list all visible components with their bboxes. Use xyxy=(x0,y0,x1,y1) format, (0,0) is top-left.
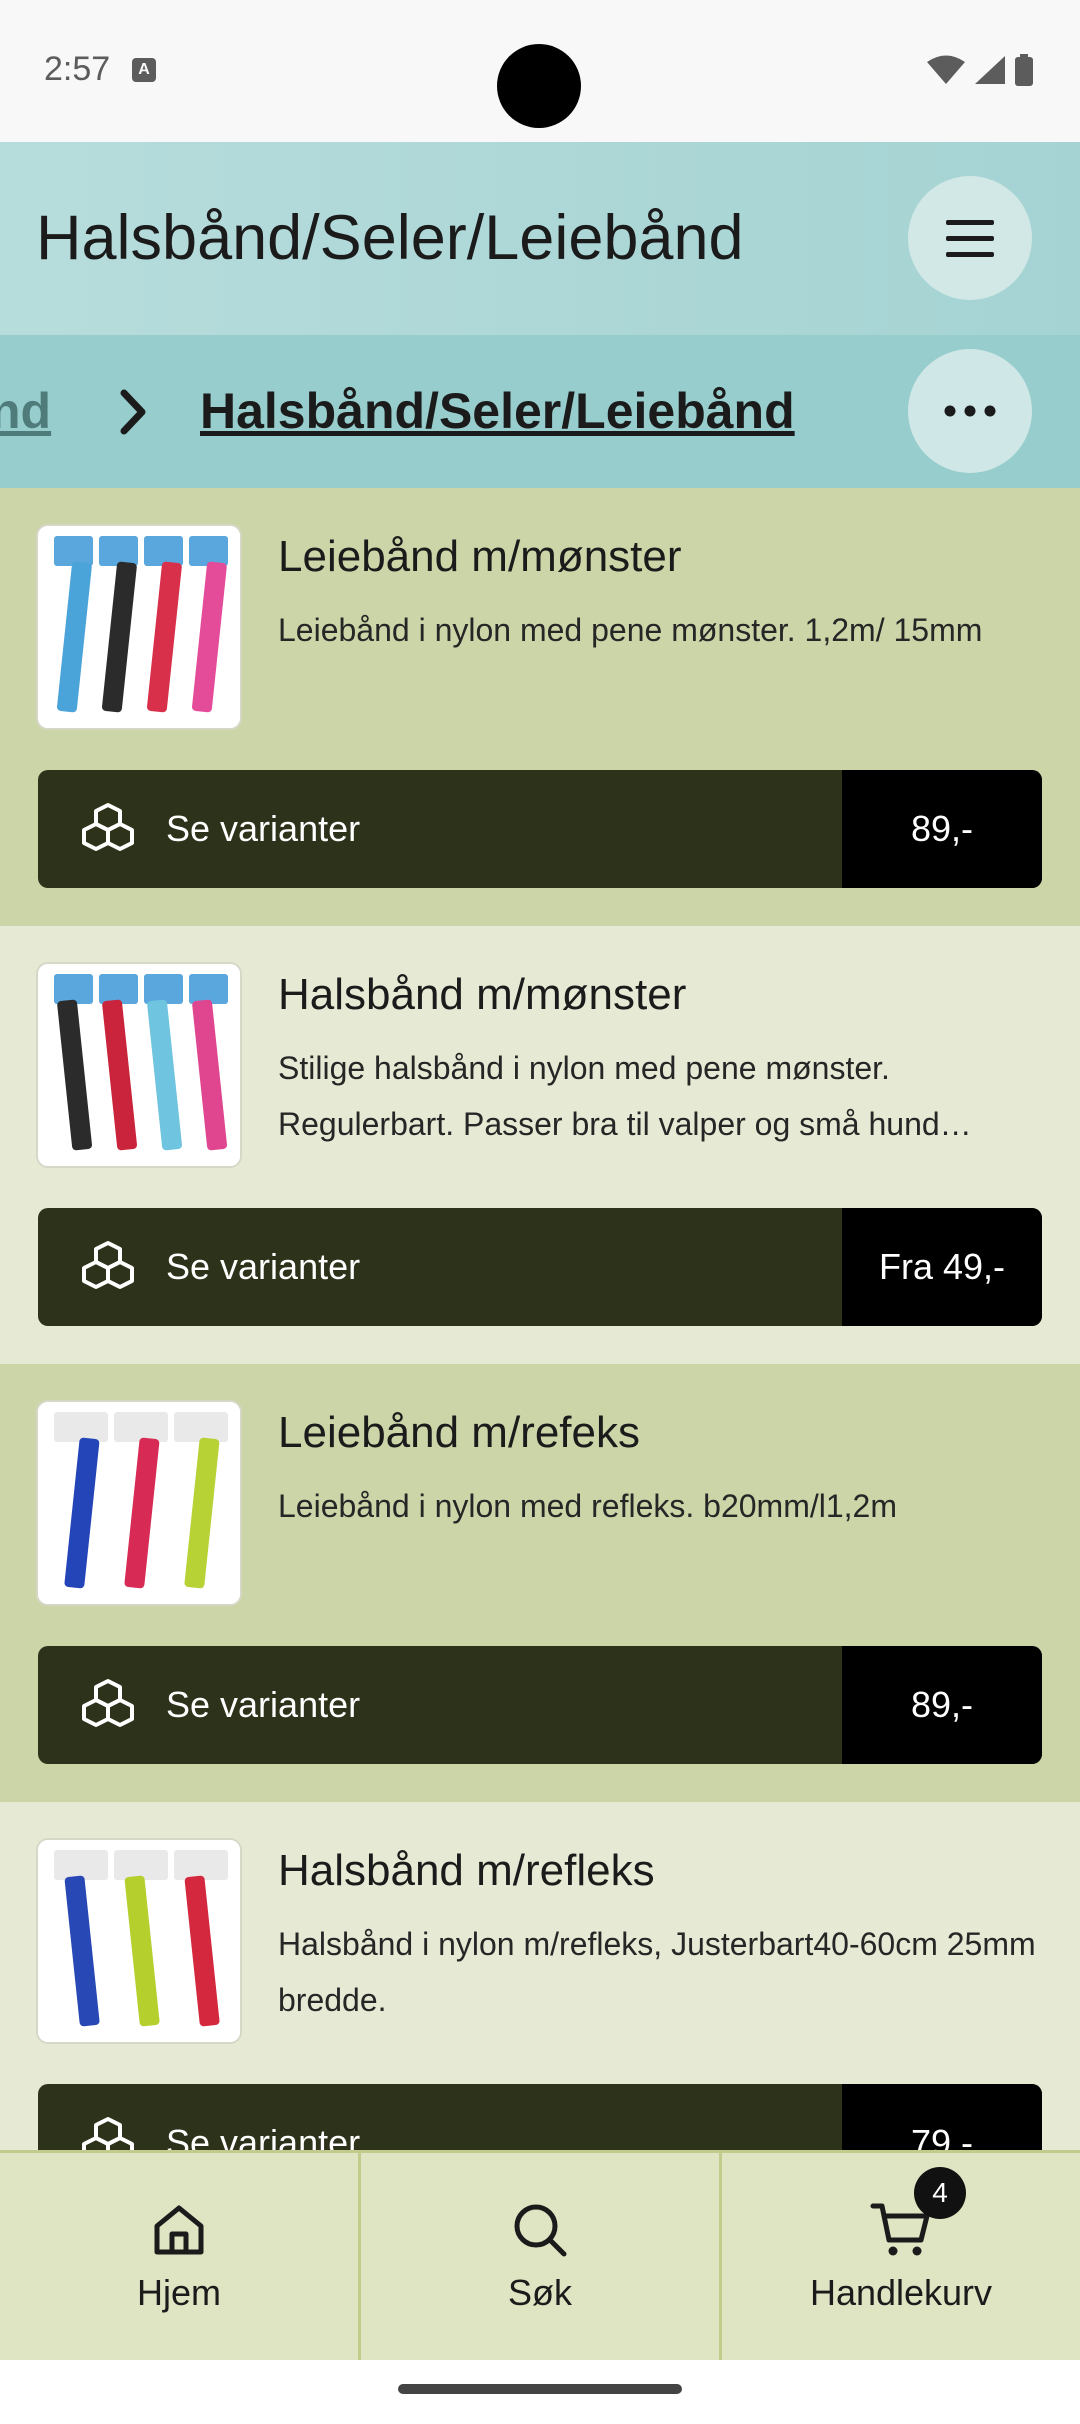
package-header-card xyxy=(189,974,228,1004)
nav-cart[interactable]: 4 Handlekurv xyxy=(719,2153,1080,2360)
battery-icon xyxy=(1015,54,1033,86)
package-header-card xyxy=(99,536,138,566)
package-header-card xyxy=(54,974,93,1004)
search-icon xyxy=(514,2204,567,2256)
nav-search[interactable]: Søk xyxy=(358,2153,719,2360)
camera-cutout xyxy=(497,44,581,128)
product-list: Leiebånd m/mønster Leiebånd i nylon med … xyxy=(0,488,1080,2240)
package-header-card xyxy=(174,1850,228,1880)
package-header-card xyxy=(144,536,183,566)
product-title[interactable]: Leiebånd m/mønster xyxy=(278,532,682,582)
wifi-icon xyxy=(927,55,965,84)
product-title[interactable]: Halsbånd m/refleks xyxy=(278,1846,655,1896)
nav-cart-label: Handlekurv xyxy=(809,2271,993,2313)
page-title: Halsbånd/Seler/Leiebånd xyxy=(36,203,744,273)
cellular-signal-icon xyxy=(975,56,1005,84)
cart-count-badge: 4 xyxy=(914,2167,966,2219)
product-description: Stilige halsbånd i nylon med pene mønste… xyxy=(278,1040,1046,1152)
nav-home-label: Hjem xyxy=(136,2271,221,2313)
hamburger-menu-icon xyxy=(946,220,994,257)
see-variants-button[interactable]: Se varianter 89,- xyxy=(38,1646,1042,1764)
status-time: 2:57 xyxy=(44,50,111,88)
see-variants-button[interactable]: Se varianter 89,- xyxy=(38,770,1042,888)
nav-search-label: Søk xyxy=(507,2271,572,2313)
product-image[interactable] xyxy=(36,524,242,730)
leash-package-image xyxy=(38,526,240,728)
gesture-bar-area xyxy=(0,2360,1080,2424)
cubes-icon xyxy=(82,1241,134,1289)
cubes-icon xyxy=(82,1679,134,1727)
product-item[interactable]: Leiebånd m/mønster Leiebånd i nylon med … xyxy=(0,488,1080,926)
package-header-card xyxy=(54,536,93,566)
more-horizontal-icon xyxy=(944,405,996,417)
home-icon xyxy=(154,2205,204,2254)
product-image[interactable] xyxy=(36,962,242,1168)
product-item[interactable]: Halsbånd m/mønster Stilige halsbånd i ny… xyxy=(0,926,1080,1364)
price-badge: 89,- xyxy=(842,770,1042,888)
chevron-right-icon xyxy=(120,389,146,435)
product-image[interactable] xyxy=(36,1838,242,2044)
nav-home[interactable]: Hjem xyxy=(0,2153,358,2360)
see-variants-label: Se varianter xyxy=(166,1246,361,1287)
breadcrumb: nd Halsbånd/Seler/Leiebånd xyxy=(0,335,1080,488)
price-badge: Fra 49,- xyxy=(842,1208,1042,1326)
see-variants-label: Se varianter xyxy=(166,808,361,849)
collar-package-image xyxy=(38,964,240,1166)
product-image[interactable] xyxy=(36,1400,242,1606)
product-description: Leiebånd i nylon med pene mønster. 1,2m/… xyxy=(278,612,983,648)
see-variants-label: Se varianter xyxy=(166,1684,361,1725)
package-header-card xyxy=(114,1850,168,1880)
home-gesture-pill[interactable] xyxy=(398,2384,682,2394)
product-title[interactable]: Leiebånd m/refeks xyxy=(278,1408,640,1458)
bottom-navigation: Hjem Søk 4 Handlekurv xyxy=(0,2150,1080,2360)
product-description-text: Stilige halsbånd i nylon med pene mønste… xyxy=(278,1050,972,1142)
menu-button[interactable] xyxy=(908,176,1032,300)
see-variants-button[interactable]: Se varianter Fra 49,- xyxy=(38,1208,1042,1326)
package-header-card xyxy=(174,1412,228,1442)
package-header-card xyxy=(99,974,138,1004)
product-description: Leiebånd i nylon med refleks. b20mm/l1,2… xyxy=(278,1488,897,1524)
product-title[interactable]: Halsbånd m/mønster xyxy=(278,970,686,1020)
package-header-card xyxy=(54,1412,108,1442)
reflective-leash-image xyxy=(38,1402,240,1604)
product-description: Halsbånd i nylon m/refleks, Justerbart40… xyxy=(278,1926,1036,2018)
product-item[interactable]: Leiebånd m/refeks Leiebånd i nylon med r… xyxy=(0,1364,1080,1802)
app-header: Halsbånd/Seler/Leiebånd xyxy=(0,142,1080,335)
reflective-collar-image xyxy=(38,1840,240,2042)
package-header-card xyxy=(54,1850,108,1880)
notification-icon: A xyxy=(132,58,156,82)
more-options-button[interactable] xyxy=(908,349,1032,473)
package-header-card xyxy=(114,1412,168,1442)
price-badge: 89,- xyxy=(842,1646,1042,1764)
status-icons xyxy=(926,54,1034,86)
package-header-card xyxy=(144,974,183,1004)
cubes-icon xyxy=(82,803,134,851)
package-header-card xyxy=(189,536,228,566)
breadcrumb-previous-link[interactable]: nd xyxy=(0,382,51,440)
status-bar: 2:57 A xyxy=(0,0,1080,142)
breadcrumb-current-link[interactable]: Halsbånd/Seler/Leiebånd xyxy=(200,382,795,440)
